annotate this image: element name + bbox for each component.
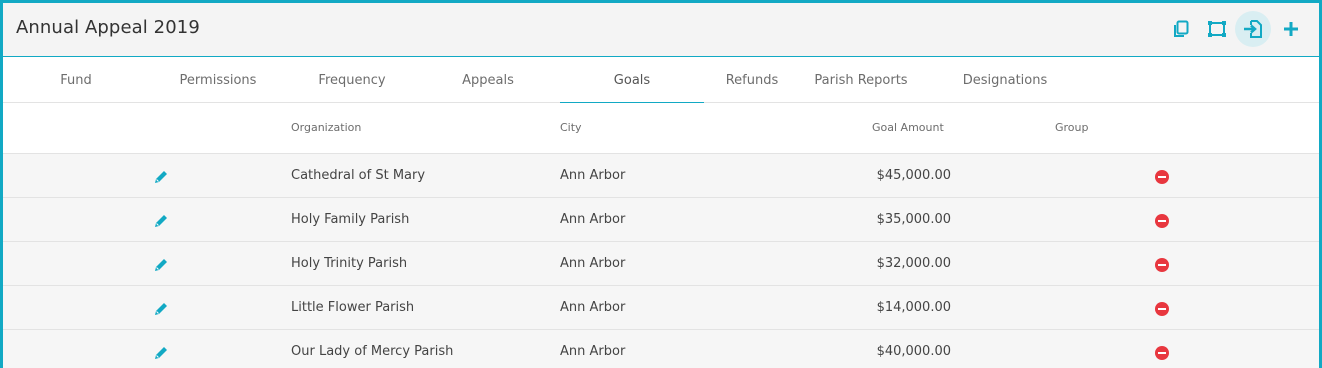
city-cell: Ann Arbor: [560, 212, 626, 227]
organization-cell: Little Flower Parish: [291, 300, 415, 315]
goal-amount-cell: $32,000.00: [876, 256, 951, 271]
pencil-icon[interactable]: [153, 345, 169, 361]
table-row: Little Flower Parish Ann Arbor $14,000.0…: [3, 286, 1319, 330]
remove-icon[interactable]: [1155, 258, 1169, 272]
city-cell: Ann Arbor: [560, 168, 626, 183]
remove-icon[interactable]: [1155, 346, 1169, 360]
table-row: Holy Family Parish Ann Arbor $35,000.00: [3, 198, 1319, 242]
copy-icon: [1174, 20, 1189, 37]
app-frame: Annual Appeal 2019 Fund Permissions Freq…: [0, 0, 1322, 368]
pencil-icon[interactable]: [153, 169, 169, 185]
column-header-city[interactable]: City: [560, 121, 582, 134]
copy-button[interactable]: [1163, 11, 1199, 47]
city-cell: Ann Arbor: [560, 256, 626, 271]
plus-icon: [1284, 22, 1298, 36]
tab-goals[interactable]: Goals: [560, 58, 704, 103]
remove-icon[interactable]: [1155, 170, 1169, 184]
organization-cell: Cathedral of St Mary: [291, 168, 426, 183]
table-row: Cathedral of St Mary Ann Arbor $45,000.0…: [3, 154, 1319, 198]
table-row: Our Lady of Mercy Parish Ann Arbor $40,0…: [3, 330, 1319, 368]
city-cell: Ann Arbor: [560, 344, 626, 359]
tab-parish-reports[interactable]: Parish Reports: [803, 58, 919, 103]
table-header: Organization City Goal Amount Group: [3, 104, 1319, 154]
pencil-icon[interactable]: [153, 257, 169, 273]
page-header: Annual Appeal 2019: [3, 3, 1319, 57]
goal-amount-cell: $40,000.00: [876, 344, 951, 359]
tab-bar: Fund Permissions Frequency Appeals Goals…: [3, 58, 1319, 103]
city-cell: Ann Arbor: [560, 300, 626, 315]
import-icon: [1244, 20, 1262, 38]
tab-frequency[interactable]: Frequency: [293, 58, 411, 103]
column-header-group[interactable]: Group: [1055, 121, 1089, 134]
pencil-icon[interactable]: [153, 213, 169, 229]
goal-amount-cell: $45,000.00: [876, 168, 951, 183]
organization-cell: Holy Trinity Parish: [291, 256, 408, 271]
remove-icon[interactable]: [1155, 302, 1169, 316]
goal-amount-cell: $35,000.00: [876, 212, 951, 227]
remove-icon[interactable]: [1155, 214, 1169, 228]
add-button[interactable]: [1273, 11, 1309, 47]
column-header-goal-amount[interactable]: Goal Amount: [872, 121, 944, 134]
pencil-icon[interactable]: [153, 301, 169, 317]
tab-appeals[interactable]: Appeals: [429, 58, 547, 103]
tab-designations[interactable]: Designations: [945, 58, 1065, 103]
organization-cell: Holy Family Parish: [291, 212, 410, 227]
fit-screen-icon: [1208, 21, 1226, 37]
table-row: Holy Trinity Parish Ann Arbor $32,000.00: [3, 242, 1319, 286]
page-title: Annual Appeal 2019: [16, 17, 200, 38]
goal-amount-cell: $14,000.00: [876, 300, 951, 315]
column-header-organization[interactable]: Organization: [291, 121, 361, 134]
tab-permissions[interactable]: Permissions: [159, 58, 277, 103]
goals-table-body: Cathedral of St Mary Ann Arbor $45,000.0…: [3, 154, 1319, 368]
organization-cell: Our Lady of Mercy Parish: [291, 344, 454, 359]
tab-refunds[interactable]: Refunds: [705, 58, 799, 103]
fit-screen-button[interactable]: [1199, 11, 1235, 47]
tab-fund[interactable]: Fund: [17, 58, 135, 103]
import-button[interactable]: [1235, 11, 1271, 47]
